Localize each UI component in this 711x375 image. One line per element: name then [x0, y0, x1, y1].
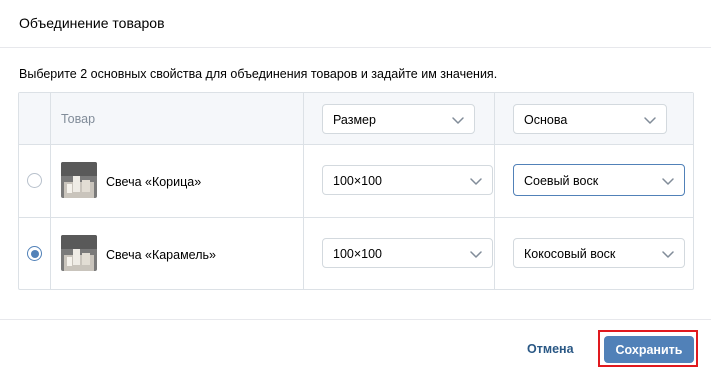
- dialog-header: Объединение товаров: [0, 0, 711, 48]
- product-thumbnail: [61, 162, 97, 198]
- size-select[interactable]: 100×100: [322, 238, 493, 268]
- size-select-value: 100×100: [333, 174, 383, 188]
- cancel-button[interactable]: Отмена: [527, 342, 574, 356]
- column-divider: [50, 93, 51, 289]
- column-divider: [303, 93, 304, 289]
- table-row: Свеча «Корица» 100×100 Соевый воск: [19, 145, 693, 218]
- chevron-down-icon: [470, 178, 482, 185]
- property-select-1-value: Размер: [333, 113, 376, 127]
- chevron-down-icon: [662, 251, 674, 258]
- products-table: Товар Размер Основа Свеча «Корица» 100×1…: [18, 92, 694, 290]
- merge-products-dialog: Объединение товаров Выберите 2 основных …: [0, 0, 711, 375]
- base-select[interactable]: Соевый воск: [513, 164, 685, 196]
- base-select-value: Кокосовый воск: [524, 247, 616, 261]
- property-select-1[interactable]: Размер: [322, 104, 475, 134]
- chevron-down-icon: [644, 117, 656, 124]
- base-select[interactable]: Кокосовый воск: [513, 238, 685, 268]
- size-select[interactable]: 100×100: [322, 165, 493, 195]
- row-radio-button[interactable]: [27, 246, 42, 261]
- chevron-down-icon: [452, 117, 464, 124]
- table-row: Свеча «Карамель» 100×100 Кокосовый воск: [19, 218, 693, 290]
- column-divider: [494, 93, 495, 289]
- table-header-row: Товар Размер Основа: [19, 93, 693, 145]
- chevron-down-icon: [470, 251, 482, 258]
- product-thumbnail: [61, 235, 97, 271]
- size-select-value: 100×100: [333, 247, 383, 261]
- product-column-header: Товар: [61, 112, 96, 126]
- property-select-2[interactable]: Основа: [513, 104, 667, 134]
- product-name: Свеча «Корица»: [106, 175, 202, 189]
- base-select-value: Соевый воск: [524, 174, 599, 188]
- product-name: Свеча «Карамель»: [106, 248, 216, 262]
- property-select-2-value: Основа: [524, 113, 568, 127]
- chevron-down-icon: [662, 178, 674, 185]
- instruction-text: Выберите 2 основных свойства для объедин…: [19, 67, 498, 81]
- row-radio-button[interactable]: [27, 173, 42, 188]
- dialog-title: Объединение товаров: [19, 15, 165, 31]
- dialog-footer: Отмена Сохранить: [0, 319, 711, 375]
- save-button[interactable]: Сохранить: [604, 336, 694, 363]
